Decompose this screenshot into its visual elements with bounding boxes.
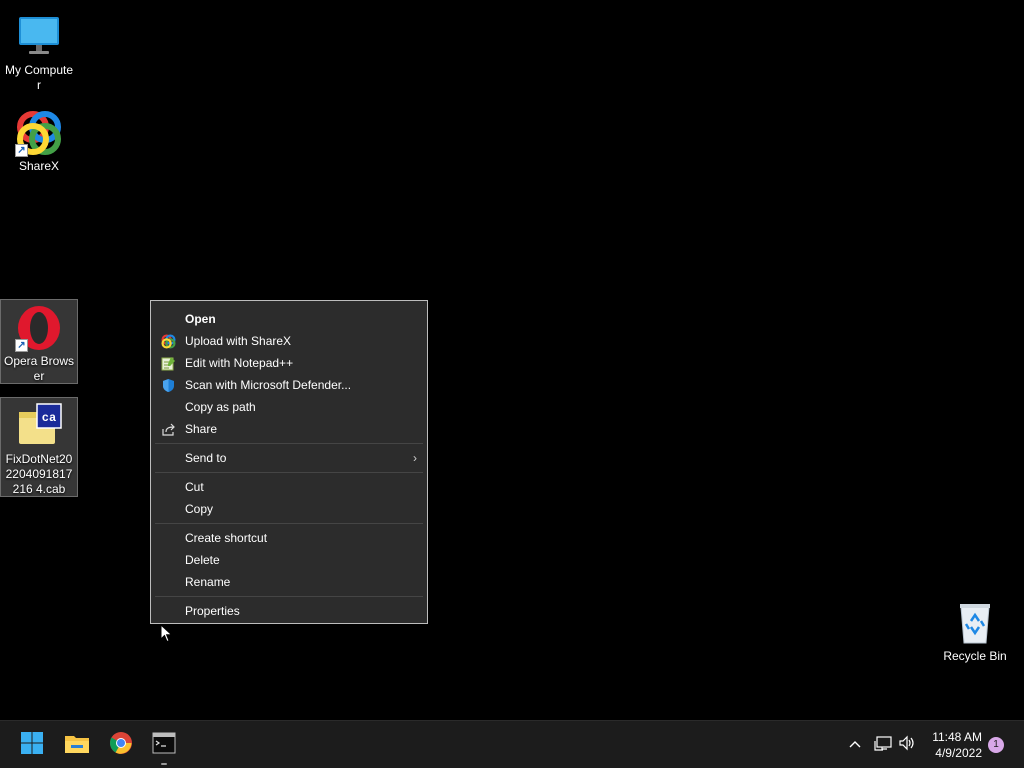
mouse-cursor-icon (160, 623, 174, 644)
desktop-icon-label: My Computer (4, 63, 74, 92)
chrome-icon (109, 731, 133, 760)
menu-separator (155, 472, 423, 473)
menu-item-properties[interactable]: Properties (151, 600, 427, 622)
menu-item-scan-defender[interactable]: Scan with Microsoft Defender... (151, 374, 427, 396)
menu-item-open[interactable]: Open (151, 308, 427, 330)
opera-icon: ↗ (15, 304, 63, 352)
desktop-icon-label: FixDotNet202204091817216 4.cab (5, 452, 73, 496)
clock-date: 4/9/2022 (935, 746, 982, 760)
menu-item-label: Create shortcut (185, 531, 268, 545)
shortcut-arrow-icon: ↗ (15, 144, 28, 157)
menu-item-copy[interactable]: Copy (151, 498, 427, 520)
start-icon (20, 731, 44, 760)
running-indicator (161, 763, 167, 765)
menu-item-label: Edit with Notepad++ (185, 356, 294, 370)
sharex-icon (161, 334, 176, 349)
menu-item-label: Properties (185, 604, 240, 618)
menu-item-label: Share (185, 422, 218, 436)
menu-item-label: Cut (185, 480, 204, 494)
terminal-icon (152, 732, 176, 759)
taskbar-chrome-button[interactable] (105, 729, 137, 761)
menu-item-edit-notepad[interactable]: Edit with Notepad++ (151, 352, 427, 374)
menu-item-upload-sharex[interactable]: Upload with ShareX (151, 330, 427, 352)
menu-item-delete[interactable]: Delete (151, 549, 427, 571)
desktop[interactable]: My Computer ↗ ShareX ↗ Opera Browser ca … (0, 0, 1024, 720)
network-icon (874, 735, 892, 754)
menu-item-label: Send to (185, 451, 227, 465)
menu-separator (155, 523, 423, 524)
volume-icon (898, 735, 916, 754)
desktop-icon-recycle-bin[interactable]: Recycle Bin (936, 594, 1014, 668)
notepad-plus-plus-icon (161, 356, 176, 371)
menu-item-rename[interactable]: Rename (151, 571, 427, 593)
menu-item-cut[interactable]: Cut (151, 476, 427, 498)
volume-button[interactable] (896, 733, 918, 755)
menu-item-label: Copy (185, 502, 214, 516)
context-menu: Open Upload with ShareX Edit with Notepa… (150, 300, 428, 624)
desktop-icon-label: ShareX (18, 159, 60, 173)
menu-item-label: Delete (185, 553, 220, 567)
menu-item-label: Upload with ShareX (185, 334, 292, 348)
desktop-icon-my-computer[interactable]: My Computer (0, 8, 78, 97)
defender-shield-icon (161, 378, 176, 393)
menu-separator (155, 596, 423, 597)
menu-item-label: Copy as path (185, 400, 256, 414)
show-hidden-icons-button[interactable] (844, 733, 866, 755)
menu-item-label: Scan with Microsoft Defender... (185, 378, 352, 392)
menu-item-create-shortcut[interactable]: Create shortcut (151, 527, 427, 549)
monitor-icon (15, 13, 63, 61)
taskbar-file-explorer-button[interactable] (61, 729, 93, 761)
menu-item-label: Rename (185, 575, 231, 589)
desktop-icon-opera[interactable]: ↗ Opera Browser (0, 299, 78, 384)
file-explorer-icon (64, 731, 90, 760)
desktop-icon-label: Opera Browser (3, 354, 75, 383)
menu-separator (155, 443, 423, 444)
desktop-icon-cab-file[interactable]: ca FixDotNet202204091817216 4.cab (0, 397, 78, 497)
notification-badge[interactable]: 1 (988, 737, 1004, 753)
desktop-icon-label: Recycle Bin (943, 649, 1007, 663)
chevron-up-icon (848, 736, 862, 752)
taskbar: 11:48 AM 4/9/2022 1 (0, 720, 1024, 768)
chevron-right-icon: › (413, 451, 417, 465)
menu-item-copy-as-path[interactable]: Copy as path (151, 396, 427, 418)
share-icon (161, 422, 176, 437)
desktop-icon-sharex[interactable]: ↗ ShareX (0, 104, 78, 178)
network-button[interactable] (872, 733, 894, 755)
clock-time: 11:48 AM (932, 730, 982, 744)
recycle-bin-icon (951, 599, 999, 647)
cab-file-icon: ca (15, 402, 63, 450)
shortcut-arrow-icon: ↗ (15, 339, 28, 352)
menu-item-send-to[interactable]: Send to › (151, 447, 427, 469)
start-button[interactable] (16, 729, 48, 761)
menu-item-share[interactable]: Share (151, 418, 427, 440)
svg-text:ca: ca (42, 411, 56, 425)
sharex-icon: ↗ (15, 109, 63, 157)
taskbar-terminal-button[interactable] (148, 729, 180, 765)
clock-button[interactable]: 11:48 AM 4/9/2022 (932, 729, 982, 761)
menu-item-label: Open (185, 312, 216, 326)
